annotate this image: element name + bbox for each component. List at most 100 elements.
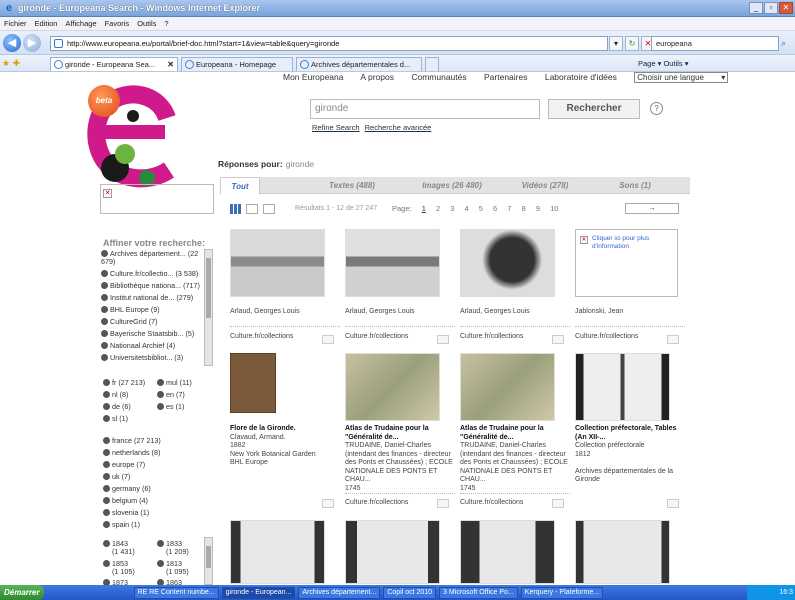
nav-partenaires[interactable]: Partenaires [484,72,527,82]
scrollbar-thumb[interactable] [206,258,211,318]
facet-country[interactable]: france (27 213) [103,436,161,445]
tab-gironde[interactable]: gironde - Europeana Sea... ✕ [50,57,178,71]
help-icon[interactable]: ? [650,102,663,115]
search-input[interactable]: gironde [310,99,540,119]
menu-favoris[interactable]: Favoris [105,19,130,28]
result-source[interactable]: Culture.fr/collections [230,333,293,340]
menu-fichier[interactable]: Fichier [4,19,27,28]
result-thumbnail[interactable] [230,229,325,297]
facet-country[interactable]: europe (7) [103,460,145,469]
page-link[interactable]: 1 [422,204,426,213]
result-thumbnail[interactable] [230,353,276,413]
refresh-icon[interactable]: ↻ [625,36,639,51]
nav-mon-europeana[interactable]: Mon Europeana [283,72,344,82]
result-source[interactable]: Culture.fr/collections [345,499,408,506]
page-link[interactable]: 6 [493,204,497,213]
result-thumbnail[interactable] [460,353,555,421]
taskbar-task[interactable]: Kerquery - Plateforme... [520,586,604,599]
result-thumbnail[interactable] [575,353,670,421]
start-button[interactable]: Démarrer [0,585,44,600]
facet-lang[interactable]: sl (1) [103,414,128,423]
facet-country[interactable]: belgium (4) [103,496,148,505]
language-select[interactable]: Choisir une langue ▾ [634,72,729,83]
result-thumbnail[interactable] [230,520,325,584]
taskbar-task[interactable]: RE RE Content numbe... [133,586,219,599]
menu-outils[interactable]: Outils [137,19,156,28]
table-view-icon[interactable] [263,204,275,214]
facet-provider[interactable]: Culture.fr/collectio... (3 538) [101,269,201,278]
facet-lang[interactable]: es (1) [157,402,184,411]
tab-textes[interactable]: Textes (488) [312,177,392,194]
page-link[interactable]: 4 [465,204,469,213]
result-thumbnail[interactable] [575,520,670,584]
back-button[interactable]: ◀ [3,34,21,52]
result-thumbnail[interactable] [345,229,440,297]
menu-affichage[interactable]: Affichage [65,19,96,28]
grid-view-icon[interactable] [230,204,242,214]
page-link[interactable]: 7 [507,204,511,213]
result-thumbnail[interactable] [460,229,555,297]
facet-year[interactable]: 1833 (1 209) [157,540,189,556]
command-bar[interactable]: Page ▾ Outils ▾ [638,57,688,70]
facet-provider[interactable]: Bibliothèque nationa... (717) [101,281,201,290]
search-button[interactable]: Rechercher [548,99,640,119]
facet-provider[interactable]: Nationaal Archief (4) [101,341,201,350]
facet-country[interactable]: netherlands (8) [103,448,160,457]
minimize-button[interactable]: _ [749,2,763,14]
tab-tout[interactable]: Tout [220,177,260,194]
facet-lang[interactable]: en (7) [157,390,185,399]
page-link[interactable]: 3 [450,204,454,213]
page-link[interactable]: 9 [536,204,540,213]
dropdown-icon[interactable]: ▾ [609,36,623,51]
facet-lang[interactable]: mul (11) [157,378,192,387]
facet-provider[interactable]: Universitetsbibliot... (3) [101,353,201,362]
result-source[interactable]: Culture.fr/collections [460,499,523,506]
tab-close-icon[interactable]: ✕ [167,58,174,71]
facet-provider[interactable]: CultureGrid (7) [101,317,201,326]
tab-europeana-home[interactable]: Europeana - Homepage [181,57,293,71]
result-thumbnail[interactable] [345,520,440,584]
tab-archives[interactable]: Archives départementales d... [296,57,422,71]
year-scrollbar[interactable] [204,537,213,585]
provider-scrollbar[interactable] [204,249,213,366]
more-info-link[interactable]: Cliquer ici pour plus d'information [592,235,672,250]
facet-year[interactable]: 1863 [157,578,182,585]
result-thumbnail[interactable] [345,353,440,421]
taskbar-task[interactable]: Archives département... [298,586,381,599]
result-source[interactable]: Culture.fr/collections [575,333,638,340]
result-thumbnail[interactable] [460,520,555,584]
next-page-button[interactable]: → [625,203,679,214]
url-field[interactable]: http://www.europeana.eu/portal/brief-doc… [50,36,608,51]
facet-lang[interactable]: fr (27 213) [103,378,145,387]
tab-videos[interactable]: Vidéos (278) [510,177,580,194]
favorites-star-icon[interactable]: ★ ✚ [2,58,20,69]
nav-laboratoire[interactable]: Laboratoire d'idées [545,72,617,82]
facet-year[interactable]: 1873 [103,578,128,585]
result-source[interactable]: Culture.fr/collections [460,333,523,340]
page-link[interactable]: 5 [479,204,483,213]
facet-year[interactable]: 1853 (1 105) [103,560,135,576]
taskbar-task[interactable]: gironde - European... [221,586,296,599]
close-button[interactable]: ✕ [779,2,793,14]
search-icon[interactable]: ⌕ [781,36,793,51]
maximize-button[interactable]: ▫ [764,2,778,14]
facet-lang[interactable]: nl (8) [103,390,128,399]
facet-lang[interactable]: de (6) [103,402,131,411]
result-source[interactable]: Culture.fr/collections [345,333,408,340]
nav-a-propos[interactable]: A propos [360,72,394,82]
refine-search-link[interactable]: Refine Search [312,123,360,132]
result-thumbnail[interactable]: ✕ Cliquer ici pour plus d'information [575,229,678,297]
facet-provider[interactable]: BHL Europe (9) [101,305,201,314]
new-tab-button[interactable] [425,57,439,71]
advanced-search-link[interactable]: Recherche avancée [365,123,432,132]
forward-button[interactable]: ▶ [23,34,41,52]
menu-edition[interactable]: Edition [35,19,58,28]
tab-sons[interactable]: Sons (1) [600,177,670,194]
page-link[interactable]: 8 [522,204,526,213]
facet-country[interactable]: germany (6) [103,484,151,493]
facet-year[interactable]: 1813 (1 095) [157,560,189,576]
search-field[interactable]: europeana [651,36,779,51]
taskbar-task[interactable]: 3 Microsoft Office Po... [439,586,518,599]
scrollbar-thumb[interactable] [206,546,211,568]
facet-provider[interactable]: Bayerische Staatsbib... (5) [101,329,201,338]
